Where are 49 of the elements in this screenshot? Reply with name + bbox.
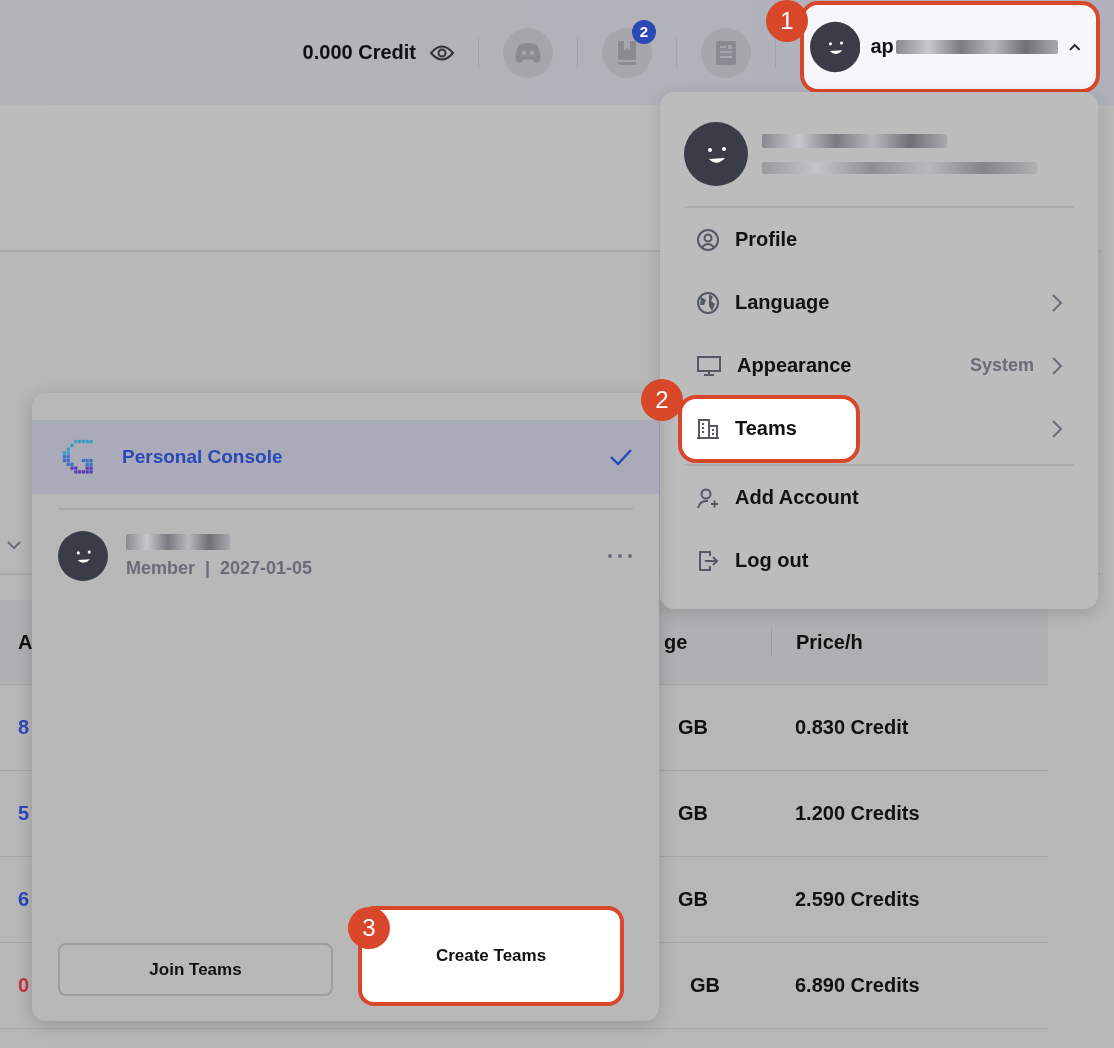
avatar-icon [684,122,748,186]
menu-item[interactable]: Teams [735,417,1050,440]
menu-item[interactable]: Language [735,291,1050,314]
user-circle-icon [696,227,720,252]
table-cell: 1.200 Credits [795,802,920,824]
menu-item[interactable]: Profile [735,228,1064,251]
table-cell: 8 [18,716,30,738]
building-icon [696,416,720,441]
more-icon[interactable] [607,553,633,559]
menu-item[interactable]: Appearance [737,354,970,377]
menu-item[interactable]: Log out [735,549,1064,572]
column-header: ge [664,630,688,654]
globe-icon [696,290,720,315]
chevron-down-icon[interactable] [6,539,22,551]
news-button[interactable] [701,27,751,78]
menu-item-value: System [969,355,1034,376]
account-button[interactable]: ap [800,0,1100,93]
table-cell: GB [678,802,708,824]
credit-balance: 0.000 Credit [302,41,416,64]
chevron-right-icon [1050,291,1064,314]
table-cell: 6.890 Credits [795,974,920,996]
table-cell: GB [678,716,708,738]
monitor-icon [696,353,722,378]
table-cell: 6 [18,888,30,910]
table-cell: GB [678,888,708,910]
document-icon [714,38,738,67]
logout-icon [696,548,720,573]
book-icon [615,38,639,67]
column-header: A [18,630,33,654]
avatar-icon [810,20,861,73]
game-controller-icon [514,41,542,64]
table-cell: 0.830 Credit [795,716,909,738]
table-cell: 0 [18,974,30,996]
user-name: ap [870,35,894,58]
check-icon [609,448,633,466]
team-action-button[interactable]: Join Teams [58,943,333,996]
chevron-right-icon [1050,354,1064,377]
column-header: Price/h [796,630,863,654]
table-cell: 5 [18,802,30,824]
chat-button[interactable] [503,27,553,78]
docs-button[interactable] [602,27,652,78]
avatar-icon [58,531,108,581]
menu-item[interactable]: Add Account [735,486,1064,509]
eye-icon[interactable] [430,43,454,62]
notification-badge: 2 [632,19,656,44]
chevron-right-icon [1050,417,1064,440]
table-cell: 2.590 Credits [795,888,920,910]
team-role-date: Member | 2027-01-05 [126,557,314,579]
table-cell: GB [690,974,720,996]
